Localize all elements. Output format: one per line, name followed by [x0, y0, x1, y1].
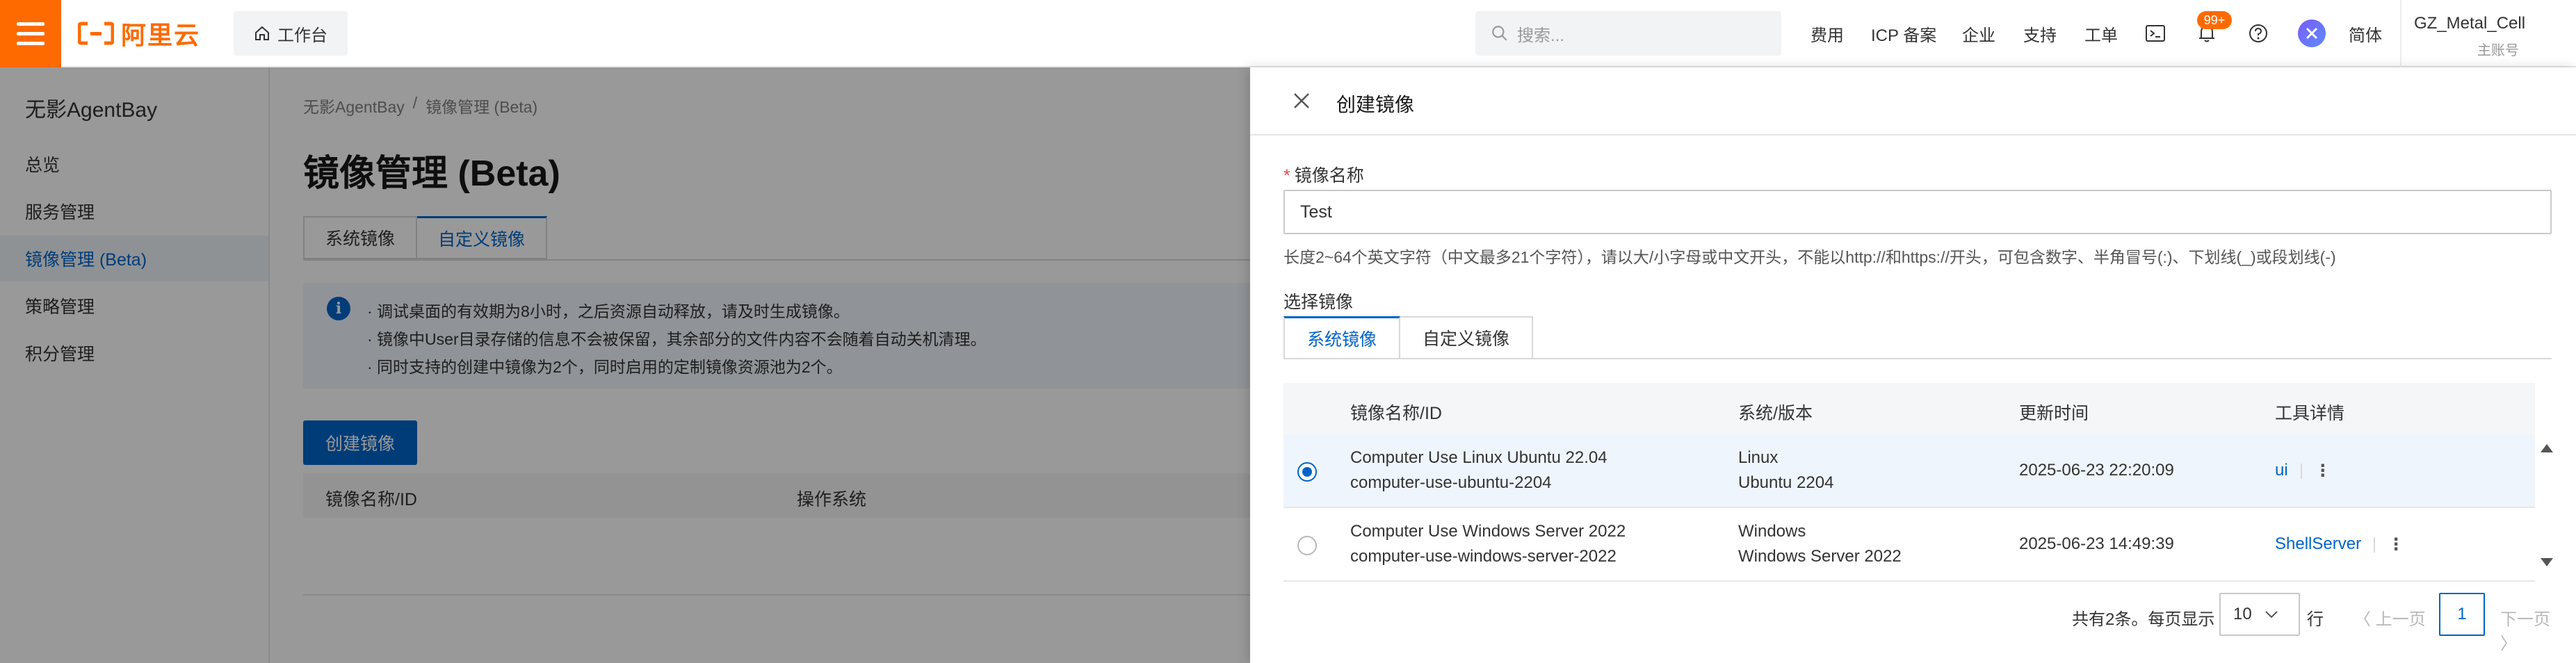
image-name: Computer Use Linux Ubuntu 22.04 [1350, 448, 1607, 467]
required-mark: * [1283, 166, 1290, 186]
image-name-input[interactable]: Test [1283, 190, 2552, 234]
image-name-hint: 长度2~64个英文字符（中文最多21个字符），请以大/小字母或中文开头，不能以h… [1283, 248, 2336, 266]
image-name: Computer Use Windows Server 2022 [1350, 522, 1626, 541]
image-os: Linux [1738, 448, 1779, 467]
image-id: computer-use-ubuntu-2204 [1350, 473, 1552, 492]
divider [2400, 0, 2401, 67]
next-page-label: 下一页 [2500, 610, 2550, 629]
image-os: Windows [1738, 522, 1806, 541]
tool-details: ui ⋮ [2275, 458, 2331, 484]
column-image-name-id: 镜像名称/ID [1350, 404, 1442, 423]
aliyun-logo-icon [78, 22, 114, 45]
prev-page-button[interactable]: 〈 上一页 [2354, 605, 2426, 630]
image-name-label: * 镜像名称 [1283, 162, 1364, 187]
tool-details: ShellServer ⋮ [2275, 532, 2404, 557]
search-icon [1492, 26, 1507, 41]
logo-text: 阿里云 [121, 21, 201, 49]
nav-enterprise[interactable]: 企业 [1962, 0, 1995, 67]
tool-link[interactable]: ui [2275, 461, 2288, 480]
drawer-tab-custom-image[interactable]: 自定义镜像 [1400, 316, 1534, 359]
scroll-down-icon[interactable] [2541, 558, 2553, 566]
user-role: 主账号 [2477, 43, 2519, 58]
nav-icp[interactable]: ICP 备案 [1871, 0, 1936, 67]
image-version: Ubuntu 2204 [1738, 473, 1834, 492]
language-switch[interactable]: 简体 [2349, 0, 2382, 67]
page-size-value: 10 [2233, 605, 2252, 623]
menu-icon [17, 22, 44, 26]
hamburger-menu-button[interactable] [0, 0, 61, 67]
radio-select-windows[interactable] [1297, 536, 1317, 555]
pagination-total: 共有2条。每页显示 [2072, 610, 2215, 629]
image-id: computer-use-windows-server-2022 [1350, 547, 1617, 566]
ai-assistant-icon[interactable] [2298, 19, 2326, 47]
nav-support[interactable]: 支持 [2023, 0, 2057, 67]
close-icon[interactable] [1292, 91, 1311, 110]
divider [2300, 463, 2302, 479]
image-name-value: Test [1300, 202, 1332, 222]
page-number-current[interactable]: 1 [2439, 593, 2485, 636]
user-name[interactable]: GZ_Metal_Cell [2414, 14, 2525, 33]
column-system-version: 系统/版本 [1738, 404, 1813, 423]
page-size-unit: 行 [2307, 610, 2324, 629]
more-icon[interactable]: ⋮ [2388, 532, 2404, 557]
chevron-right-icon: 〉 [2500, 635, 2517, 653]
workbench-label: 工作台 [277, 26, 327, 45]
image-version: Windows Server 2022 [1738, 547, 1902, 566]
chevron-down-icon [2265, 611, 2278, 619]
home-icon [255, 26, 269, 40]
search-placeholder: 搜索... [1517, 26, 1565, 45]
workbench-button[interactable]: 工作台 [234, 11, 348, 56]
image-table-header: 镜像名称/ID 系统/版本 更新时间 工具详情 [1283, 383, 2535, 434]
nav-ticket[interactable]: 工单 [2084, 0, 2118, 67]
select-image-label: 选择镜像 [1283, 293, 1354, 312]
page-size-select[interactable]: 10 [2219, 593, 2300, 636]
divider [2374, 537, 2376, 552]
image-updated: 2025-06-23 14:49:39 [2019, 534, 2174, 553]
pagination: 共有2条。每页显示 10 行 〈 上一页 1 下一页 〉 [1283, 593, 2552, 653]
scroll-up-icon[interactable] [2541, 444, 2553, 452]
terminal-icon[interactable] [2143, 21, 2168, 46]
chevron-left-icon: 〈 [2354, 610, 2376, 629]
drawer-header: 创建镜像 [1250, 67, 2576, 136]
drawer-title: 创建镜像 [1336, 94, 1415, 115]
image-updated: 2025-06-23 22:20:09 [2019, 461, 2174, 480]
tool-link[interactable]: ShellServer [2275, 534, 2361, 553]
column-update-time: 更新时间 [2019, 404, 2089, 423]
drawer-tab-system-image[interactable]: 系统镜像 [1283, 316, 1401, 359]
prev-page-label: 上一页 [2375, 610, 2426, 629]
radio-select-ubuntu[interactable] [1297, 462, 1317, 482]
more-icon[interactable]: ⋮ [2315, 459, 2331, 484]
modal-overlay[interactable] [0, 67, 1250, 663]
help-icon[interactable] [2246, 21, 2271, 46]
column-tool-details: 工具详情 [2275, 404, 2345, 423]
search-input[interactable]: 搜索... [1475, 11, 1781, 56]
image-name-label-text: 镜像名称 [1294, 166, 1364, 186]
drawer-tabs: 系统镜像 自定义镜像 [1283, 316, 1534, 359]
notification-badge: 99+ [2197, 11, 2232, 29]
nav-billing[interactable]: 费用 [1811, 0, 1844, 67]
next-page-button[interactable]: 下一页 〉 [2500, 605, 2552, 654]
create-image-drawer: 创建镜像 * 镜像名称 Test 长度2~64个英文字符（中文最多21个字符），请… [1250, 67, 2576, 663]
table-row[interactable]: Computer Use Linux Ubuntu 22.04 computer… [1283, 434, 2535, 508]
top-bar: 阿里云 工作台 搜索... 费用 ICP 备案 企业 支持 工单 99+ 简体 … [0, 0, 2576, 67]
aliyun-logo[interactable]: 阿里云 [78, 15, 200, 51]
drawer-tabs-underline [1283, 358, 2552, 359]
table-row[interactable]: Computer Use Windows Server 2022 compute… [1283, 508, 2535, 582]
